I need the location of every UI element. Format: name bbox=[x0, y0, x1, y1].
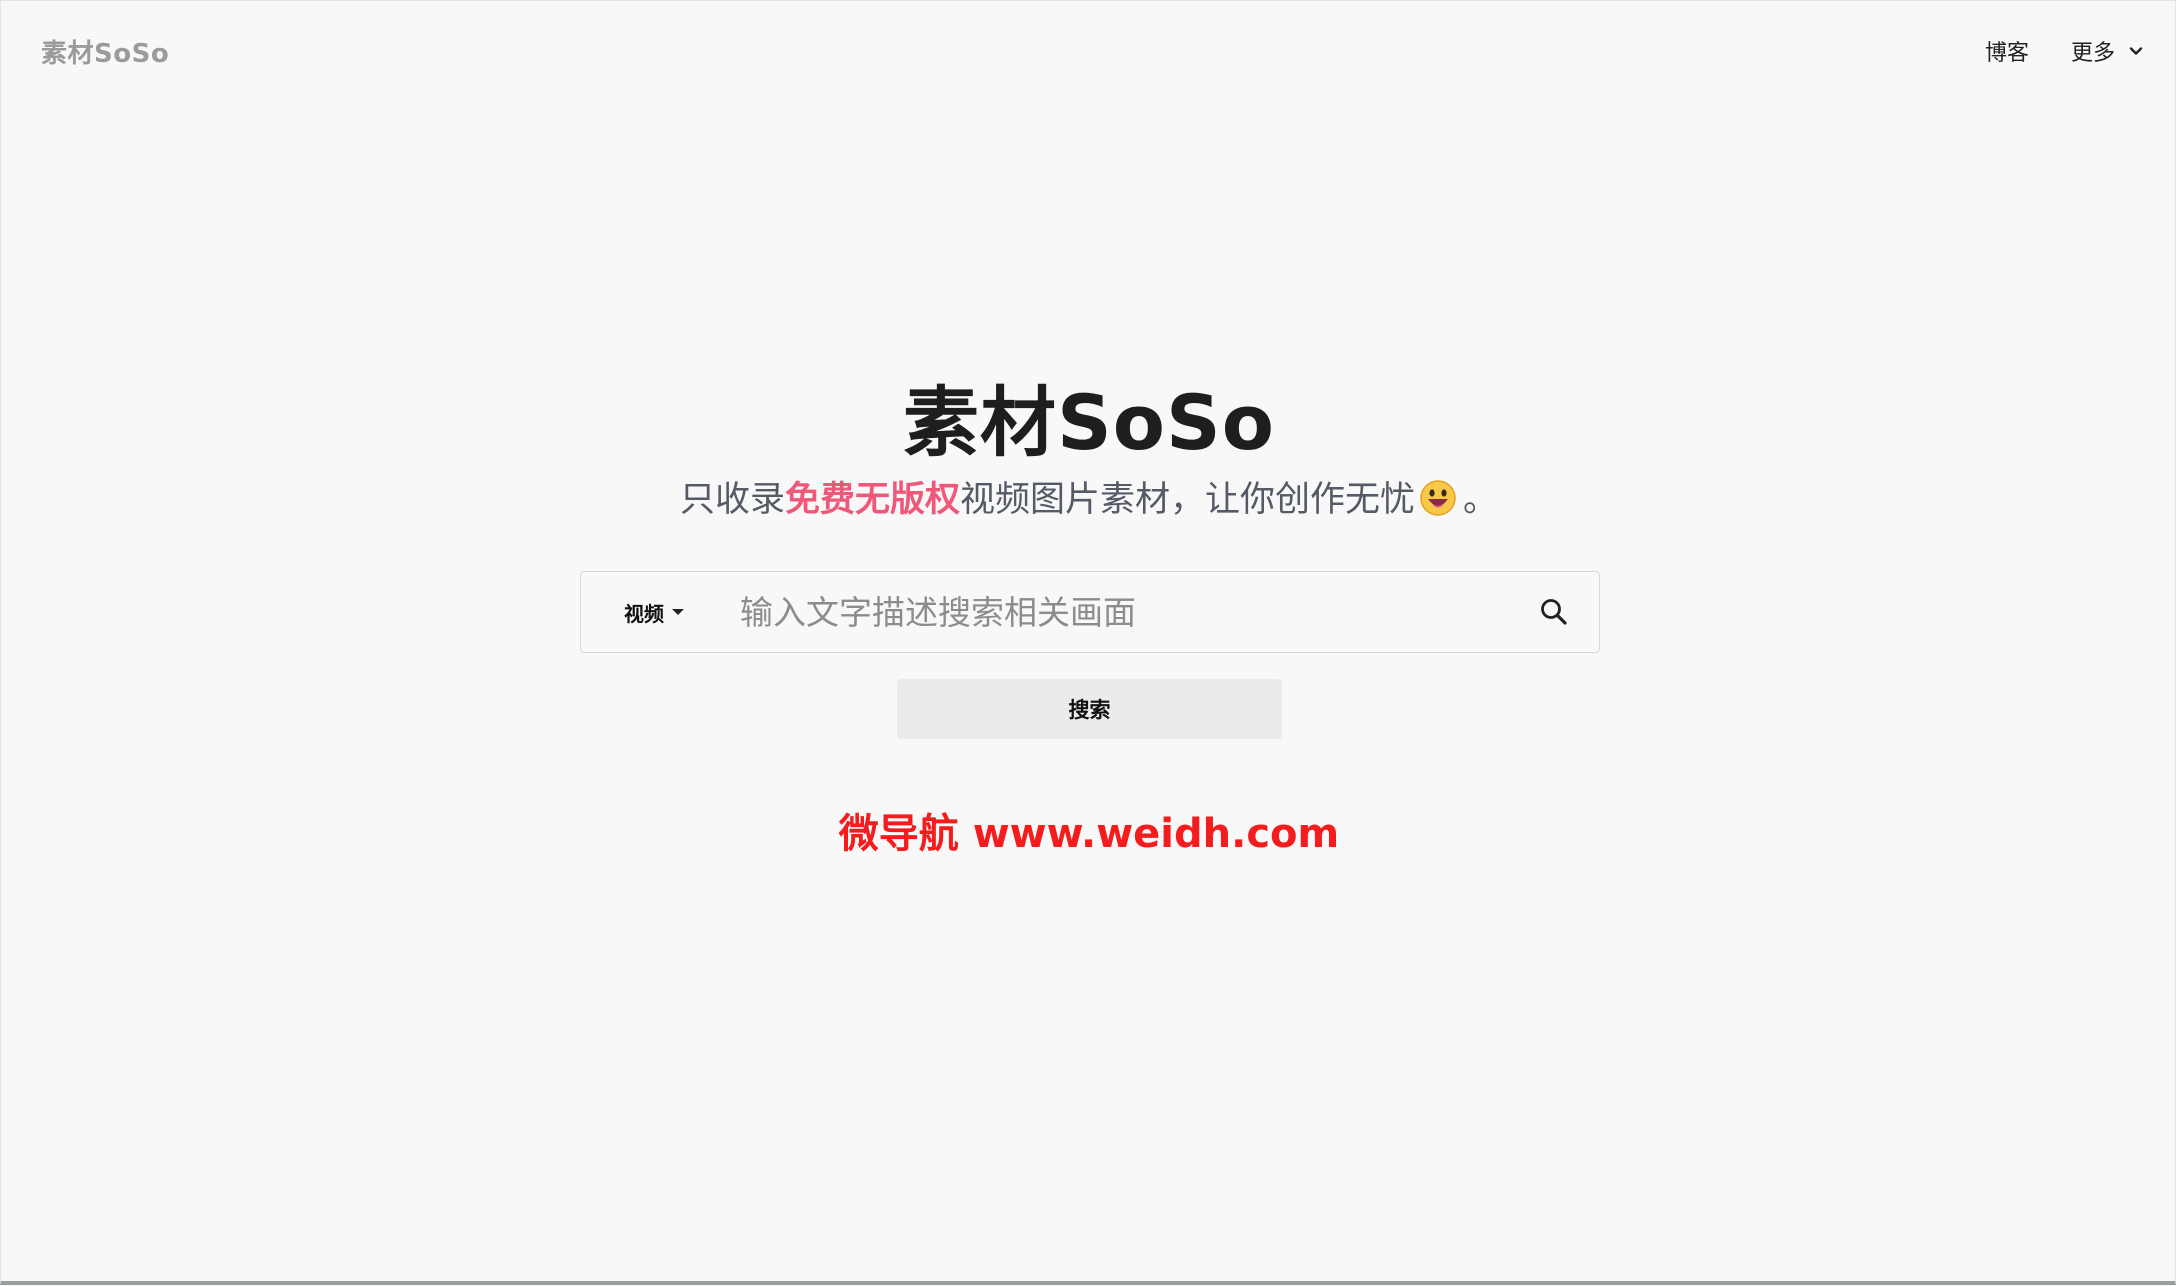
page: 素材SoSo 博客 更多 素材SoSo 只收录免费无版权视频图片素材，让你创作无… bbox=[0, 0, 2176, 1285]
nav-link-blog[interactable]: 博客 bbox=[1985, 35, 2029, 67]
hero-title: 素材SoSo bbox=[903, 378, 1275, 467]
search-icon[interactable] bbox=[1539, 597, 1569, 627]
search-input[interactable] bbox=[738, 581, 1529, 643]
top-nav: 博客 更多 bbox=[1985, 35, 2143, 67]
chevron-down-icon bbox=[2129, 47, 2143, 55]
hero-subtitle: 只收录免费无版权视频图片素材，让你创作无忧 。 bbox=[1, 471, 2176, 522]
subtitle-text-start: 只收录 bbox=[679, 480, 785, 520]
search-box: 视频 bbox=[580, 571, 1600, 653]
nav-more-label: 更多 bbox=[2070, 41, 2115, 66]
subtitle-text-middle: 视频图片素材，让你创作无忧 bbox=[960, 480, 1416, 520]
search-button[interactable]: 搜索 bbox=[897, 679, 1282, 739]
subtitle-highlight: 免费无版权 bbox=[784, 480, 960, 520]
caret-down-icon bbox=[672, 609, 684, 615]
media-type-label: 视频 bbox=[624, 601, 664, 626]
watermark-text: 微导航 www.weidh.com bbox=[838, 811, 1340, 857]
nav-more-dropdown[interactable]: 更多 bbox=[2071, 35, 2143, 67]
nav-logo[interactable]: 素材SoSo bbox=[41, 33, 169, 70]
smiley-emoji-icon bbox=[1420, 480, 1456, 516]
subtitle-text-end: 。 bbox=[1463, 480, 1499, 520]
media-type-select[interactable]: 视频 bbox=[624, 598, 709, 627]
